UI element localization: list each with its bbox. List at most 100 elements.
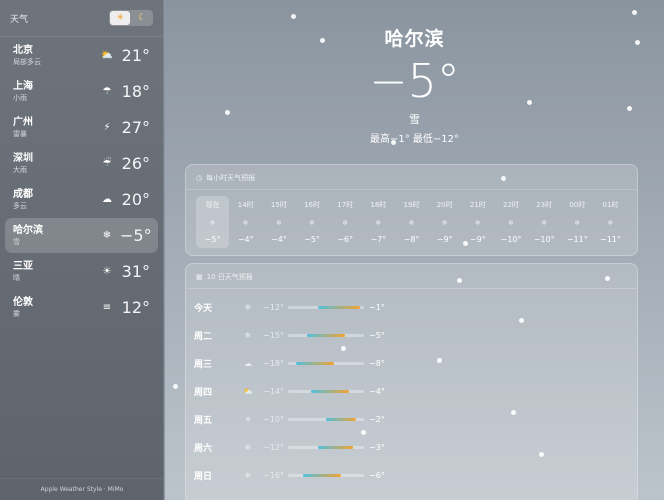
snowflake [173,384,178,389]
hourly-list: 现在 ❄ −5° 14时 ❄ −4° 15时 ❄ −4° 16时 ❄ −5° 17时 ❄ −6° 18时 ❄ −7… [186,190,637,248]
calendar-icon: ▦ [196,273,203,281]
snow-icon: ❄ [209,218,216,227]
hour-label: 20时 [436,201,453,209]
snow-icon: ❄ [474,218,481,227]
hour-label: 14时 [237,201,254,209]
snow-icon: ❄ [508,218,514,227]
hour-temp: −9° [436,235,453,244]
day-row: 周三 ☁ −18° −8° [194,349,637,377]
thunder-icon: ⚡ [103,122,111,133]
hour-label: 现在 [205,201,220,209]
day-high: −8° [369,358,385,368]
hour-label: 22时 [503,201,519,209]
hour-item: 20时 ❄ −9° [428,196,461,248]
city-list: 北京 局部多云 ⛅ 21° 上海 小雨 ☂ 18° 广州 雷暴 ⚡ 27° 深圳 大雨 ☔ 26° 成都 多云 ☁ 2… [0,38,163,325]
daily-list: 今天 ❄ −12° −1° 周二 ❄ −15° −5° 周三 ☁ −18° −8° 周四 ⛅ −14° −4°… [186,289,637,489]
hour-label: 18时 [370,201,387,209]
hour-item: 14时 ❄ −4° [229,196,262,248]
city-condition: 雷暴 [13,130,27,138]
city-item[interactable]: 广州 雷暴 ⚡ 27° [5,110,158,145]
day-low: −10° [263,414,284,424]
city-name: 深圳 [13,153,33,164]
cloud-icon: ☁ [102,194,112,205]
temp-range-bar [288,305,364,309]
city-item[interactable]: 三亚晴 ☀ 31° [5,254,158,289]
city-item[interactable]: 上海 小雨 ☂ 18° [5,74,158,109]
city-item[interactable]: 伦敦雾 ≡ 12° [5,290,158,325]
city-name: 北京 [13,45,33,56]
city-condition: 雪 [13,238,20,246]
hourly-title-text: 每小时天气预报 [206,174,256,182]
day-low: −16° [263,470,284,480]
daily-title-text: 10 日天气预报 [206,273,253,281]
temp-range-bar [288,417,364,421]
city-condition: 雾 [13,310,20,318]
temp-range-fill [295,361,334,365]
city-item[interactable]: 北京 局部多云 ⛅ 21° [5,38,158,73]
hour-temp: −4° [270,235,287,244]
sun-icon: ☀ [102,266,112,277]
theme-toggle[interactable]: ☀ ☾ [109,10,153,26]
hourly-title: ◷ 每小时天气预报 [186,165,637,190]
heavy-rain-icon: ☔ [102,158,112,169]
city-temp: 27° [121,118,150,137]
current-temp: −5° [369,54,460,108]
temp-range-fill [318,305,361,309]
hour-temp: −6° [337,235,354,244]
city-name: 哈尔滨 [13,225,43,236]
hour-label: 16时 [304,201,320,209]
sun-icon: ☀ [244,414,252,424]
city-item[interactable]: 哈尔滨雪 ❄ −5° [5,218,158,253]
city-name: 伦敦 [13,297,33,308]
day-name: 周五 [194,415,213,426]
day-name: 周三 [194,359,213,370]
city-temp: 31° [121,262,150,281]
sidebar-header: 天气 ☀ ☾ [0,0,163,37]
temp-range-fill [310,389,349,393]
city-temp: 20° [121,190,150,209]
day-high: −6° [369,470,385,480]
hour-item: 01时 ❄ −11° [594,196,627,248]
current-range: 最高−1° 最低−12° [369,134,460,145]
day-high: −2° [369,414,385,424]
day-row: 周五 ☀ −10° −2° [194,405,637,433]
sidebar: 天气 ☀ ☾ 北京 局部多云 ⛅ 21° 上海 小雨 ☂ 18° 广州 雷暴 ⚡ 27° 深圳 大雨 ☔ 26… [0,0,164,500]
city-name: 成都 [13,189,33,200]
city-condition: 晴 [13,274,20,282]
temp-range-bar [288,389,364,393]
snow-icon: ❄ [342,218,349,227]
city-names: 成都 多云 [13,188,100,211]
city-item[interactable]: 深圳 大雨 ☔ 26° [5,146,158,181]
cloud-icon: ☁ [244,358,252,368]
day-low: −14° [263,386,284,396]
hour-item: 19时 ❄ −8° [395,196,428,248]
hour-label: 21时 [469,201,486,209]
hour-temp: −5° [304,235,320,244]
city-item[interactable]: 成都 多云 ☁ 20° [5,182,158,217]
snow-icon: ❄ [541,218,548,227]
temp-range-bar [288,473,364,477]
hour-item: 18时 ❄ −7° [362,196,395,248]
current-weather: 哈尔滨 −5° 雪 最高−1° 最低−12° [165,24,664,145]
main-panel: 哈尔滨 −5° 雪 最高−1° 最低−12° ◷ 每小时天气预报 现在 ❄ −5° 1… [165,0,664,500]
hour-temp: −8° [403,235,420,244]
hour-temp: −5° [204,235,221,244]
city-names: 三亚晴 [13,260,100,283]
current-condition: 雪 [409,113,420,126]
temp-range-bar [288,445,364,449]
hour-item: 15时 ❄ −4° [262,196,295,248]
hour-item: 现在 ❄ −5° [196,196,230,248]
day-name: 周六 [194,443,213,454]
snow-icon: ❄ [244,330,252,340]
moon-icon[interactable]: ☾ [132,11,152,25]
hour-temp: −11° [600,235,621,244]
day-low: −12° [263,302,284,312]
sun-icon[interactable]: ☀ [110,11,130,25]
hour-temp: −7° [370,235,387,244]
fog-icon: ≡ [102,302,112,313]
app-title: 天气 [10,14,29,25]
day-high: −1° [369,302,385,312]
snow-icon: ❄ [244,302,252,312]
hour-label: 15时 [270,201,287,209]
daily-forecast-card: ▦ 10 日天气预报 今天 ❄ −12° −1° 周二 ❄ −15° −5° 周三 ☁ −18° −8… [185,263,638,500]
